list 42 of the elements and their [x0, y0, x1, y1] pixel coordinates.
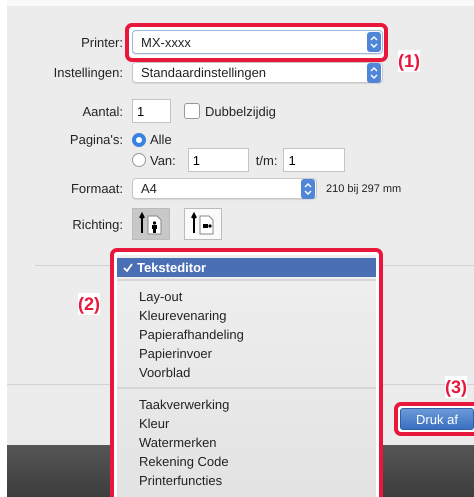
field-label: Formaat:: [70, 181, 123, 196]
menu-item[interactable]: Rekening Code: [117, 452, 376, 471]
paper-dimensions: 210 bij 297 mm: [326, 182, 402, 194]
checkbox-label: Dubbelzijdig: [205, 104, 276, 118]
copies-field[interactable]: 1: [132, 99, 171, 123]
menu-item[interactable]: Papierinvoer: [117, 344, 376, 363]
print-button[interactable]: Druk af: [400, 408, 474, 430]
callout-label: (3): [445, 376, 467, 398]
radio-label: Alle: [150, 132, 172, 147]
field-label: Instellingen:: [52, 65, 123, 80]
menu-item[interactable]: Taakverwerking: [117, 395, 376, 414]
menu-item[interactable]: Printerfuncties: [117, 471, 376, 490]
printer-select[interactable]: MX-xxxx: [132, 30, 383, 54]
menu-item[interactable]: Teksteditor: [117, 258, 376, 277]
orientation-button[interactable]: [184, 208, 222, 240]
radio-button[interactable]: [132, 132, 146, 146]
field-label: Aantal:: [82, 104, 123, 118]
field-label: Pagina's:: [68, 132, 123, 147]
menu-item[interactable]: Lay-out: [117, 287, 376, 306]
settings-select[interactable]: Standaardinstellingen: [132, 62, 383, 83]
field-label: Printer:: [80, 35, 123, 50]
field-label: Richting:: [71, 216, 123, 232]
menu-item[interactable]: Kleurevenaring: [117, 306, 376, 325]
menu-item[interactable]: Watermerken: [117, 433, 376, 452]
callout-label: (1): [398, 50, 420, 72]
radio-label: Van:: [150, 152, 176, 168]
from-page-field[interactable]: 1: [188, 148, 249, 172]
stepper-icon: [301, 178, 315, 198]
callout-label: (2): [78, 293, 100, 315]
checkmark-icon: [123, 262, 133, 272]
menu-item[interactable]: Voorblad: [117, 363, 376, 382]
paper-size-select[interactable]: A4: [132, 178, 317, 199]
checkbox[interactable]: [184, 103, 200, 119]
radio-button[interactable]: [132, 153, 146, 167]
stepper-icon: [367, 32, 381, 52]
portrait-page-icon: [139, 212, 163, 236]
menu-item[interactable]: Kleur: [117, 414, 376, 433]
orientation-button[interactable]: [132, 208, 170, 240]
field-label: t/m:: [256, 152, 278, 168]
to-page-field[interactable]: 1: [283, 148, 346, 172]
menu-item[interactable]: Papierafhandeling: [117, 325, 376, 344]
landscape-page-icon: [191, 212, 215, 236]
